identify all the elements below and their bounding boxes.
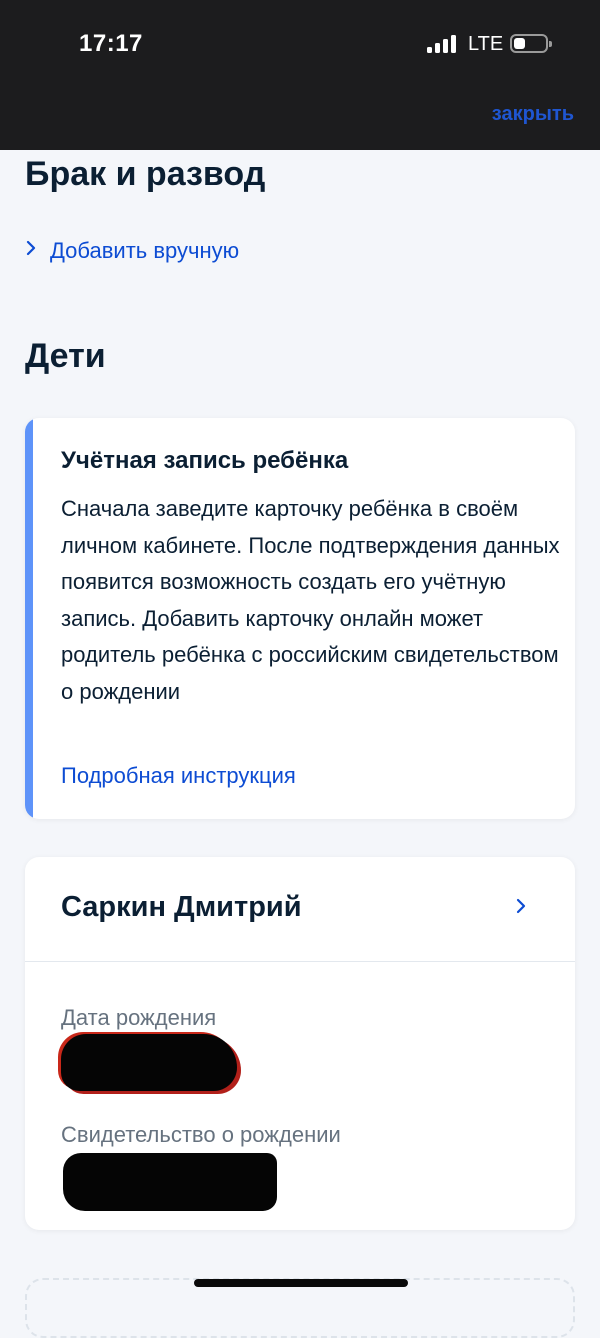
status-bar: 17:17 LTE закрыть [0, 0, 600, 150]
cellular-signal-icon [427, 35, 457, 53]
network-type: LTE [468, 33, 504, 55]
divider [25, 961, 575, 962]
info-card-accent-stripe [25, 418, 33, 819]
home-indicator [194, 1279, 408, 1287]
add-child-card-placeholder[interactable] [25, 1278, 575, 1338]
children-section-title: Дети [25, 337, 106, 375]
marriage-section-title: Брак и развод [25, 155, 266, 193]
birth-date-label: Дата рождения [61, 1005, 217, 1030]
child-name: Саркин Дмитрий [61, 891, 302, 923]
info-card-title: Учётная запись ребёнка [61, 447, 349, 474]
chevron-right-icon [26, 240, 36, 256]
redacted-birth-date [61, 1034, 237, 1091]
redacted-birth-certificate [63, 1153, 277, 1211]
info-card-body: Сначала заведите карточку ребёнка в своё… [61, 496, 560, 704]
birth-certificate-label: Свидетельство о рождении [61, 1122, 341, 1147]
child-card: Саркин Дмитрий Дата рождения Свидетельст… [25, 857, 575, 1230]
child-account-info-card: Учётная запись ребёнка Сначала заведите … [25, 418, 575, 819]
child-name-row[interactable]: Саркин Дмитрий [25, 857, 575, 961]
detailed-instructions-link[interactable]: Подробная инструкция [61, 763, 296, 789]
status-time: 17:17 [79, 30, 143, 57]
chevron-right-icon [516, 898, 526, 914]
add-manually-label: Добавить вручную [50, 238, 240, 263]
battery-icon [510, 34, 552, 53]
close-button[interactable]: закрыть [492, 103, 574, 126]
